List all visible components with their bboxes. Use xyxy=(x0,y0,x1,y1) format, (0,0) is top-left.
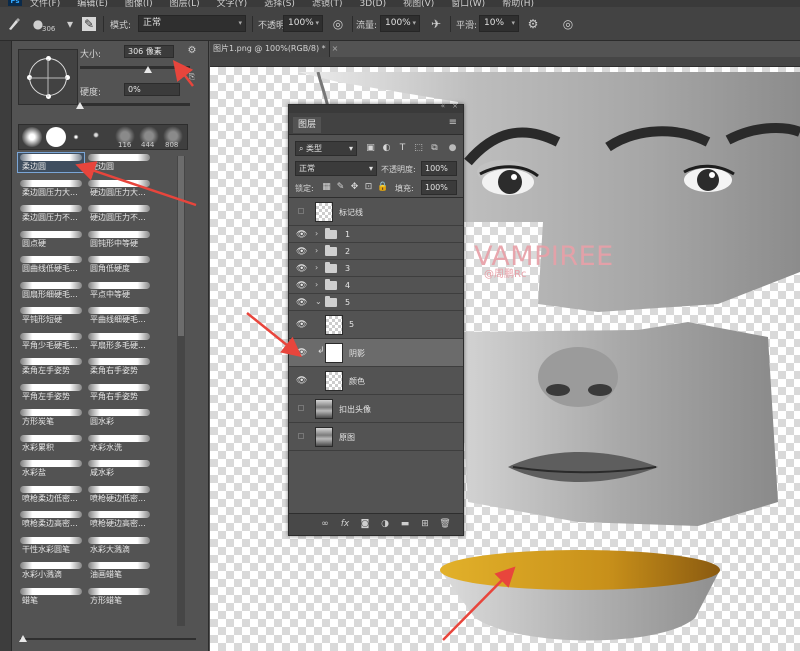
annotation-arrows xyxy=(75,60,516,641)
arrow-to-shadow-layer xyxy=(246,312,302,358)
arrow-to-size-field xyxy=(172,60,194,87)
arrow-to-soft-round xyxy=(75,161,197,207)
arrow-to-shadow-fill xyxy=(442,566,516,641)
